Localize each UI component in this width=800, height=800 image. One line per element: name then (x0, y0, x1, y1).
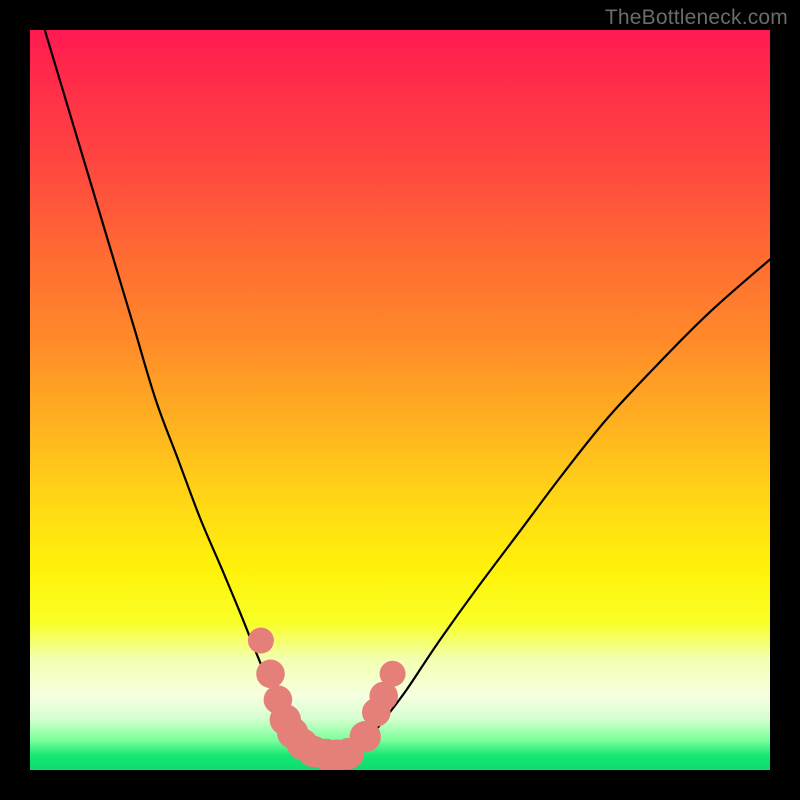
watermark-text: TheBottleneck.com (605, 6, 788, 30)
chart-svg (30, 30, 770, 770)
chart-frame: TheBottleneck.com (0, 0, 800, 800)
curve-markers (248, 628, 406, 771)
curve-marker (248, 628, 274, 654)
curve-marker (380, 661, 406, 687)
chart-plot-area (30, 30, 770, 770)
bottleneck-curve-left-path (45, 30, 337, 755)
curve-marker (256, 660, 285, 689)
